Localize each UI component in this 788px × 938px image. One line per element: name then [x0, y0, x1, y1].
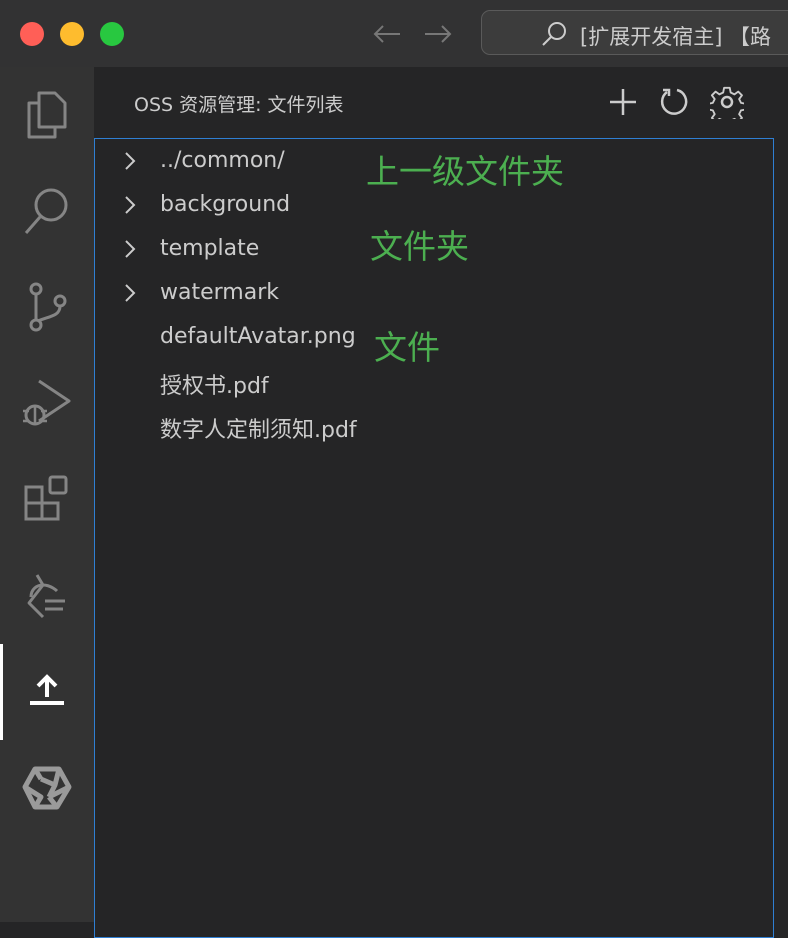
- forward-arrow-icon[interactable]: [421, 17, 455, 51]
- extensions-icon[interactable]: [0, 451, 94, 547]
- tree-item-folder[interactable]: watermark: [95, 271, 773, 315]
- run-debug-icon[interactable]: [0, 355, 94, 451]
- sidebar-title: OSS 资源管理: 文件列表: [134, 94, 344, 116]
- tree-item-label: watermark: [160, 280, 279, 305]
- back-arrow-icon[interactable]: [370, 17, 404, 51]
- tree-item-label: ../common/: [160, 148, 285, 173]
- active-indicator: [0, 644, 3, 740]
- tree-item-label: template: [160, 236, 260, 261]
- upload-icon[interactable]: [0, 643, 94, 739]
- command-center-search[interactable]: [扩展开发宿主] 【路: [481, 10, 788, 55]
- annotation-folder: 文件夹: [370, 227, 469, 266]
- annotation-parent-folder: 上一级文件夹: [366, 152, 564, 191]
- window-maximize-button[interactable]: [100, 22, 124, 46]
- window-minimize-button[interactable]: [60, 22, 84, 46]
- refresh-icon[interactable]: [656, 83, 694, 121]
- activity-bar: [0, 67, 94, 922]
- tree-item-label: 数字人定制须知.pdf: [160, 418, 357, 443]
- explorer-icon[interactable]: [0, 67, 94, 163]
- tree-item-file[interactable]: 数字人定制须知.pdf: [95, 403, 773, 447]
- tree-item-label: background: [160, 192, 291, 217]
- openai-icon[interactable]: [0, 739, 94, 835]
- source-control-icon[interactable]: [0, 259, 94, 355]
- command-center-text: [扩展开发宿主] 【路: [580, 25, 772, 49]
- gear-icon[interactable]: [708, 83, 746, 121]
- sidebar-header: OSS 资源管理: 文件列表: [94, 67, 788, 139]
- add-icon[interactable]: [604, 83, 642, 121]
- window-close-button[interactable]: [20, 22, 44, 46]
- title-bar: [扩展开发宿主] 【路: [0, 0, 788, 67]
- annotation-file: 文件: [374, 328, 440, 367]
- remote-icon[interactable]: [0, 547, 94, 643]
- chevron-right-icon[interactable]: [123, 151, 137, 175]
- search-icon: [540, 21, 568, 51]
- chevron-right-icon[interactable]: [123, 239, 137, 263]
- chevron-right-icon[interactable]: [123, 195, 137, 219]
- tree-item-label: defaultAvatar.png: [160, 324, 356, 349]
- chevron-right-icon[interactable]: [123, 283, 137, 307]
- tree-item-label: 授权书.pdf: [160, 374, 269, 399]
- search-icon[interactable]: [0, 163, 94, 259]
